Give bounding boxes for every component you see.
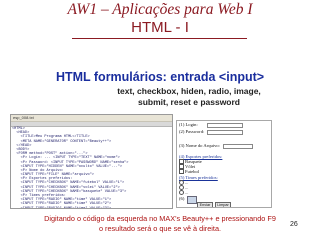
slide-title: AW1 – Aplicações para Web I <box>67 1 253 18</box>
preview-file-input <box>223 144 253 149</box>
slide-subtitle: HTML - I <box>131 19 189 36</box>
browser-preview-screenshot: (1) Login: (2) Password: (3) Nome do Arq… <box>176 120 272 208</box>
preview-file-label: (3) Nome do Arquivo: <box>179 143 220 148</box>
input-types-line-2: submit, reset e password <box>137 97 241 107</box>
caption-line-2: o resultado será o que se vê à direita. <box>98 224 222 233</box>
image-icon <box>187 196 197 204</box>
preview-submit-button: Enviar <box>197 202 213 207</box>
section-heading: HTML formulários: entrada <input> <box>55 70 265 84</box>
code-editor-screenshot: esp_008.txt <HTML> <HEAD> <TITLE>Meu Pro… <box>10 114 173 209</box>
caption-line-1: Digitando o código da esquerda no MAX's … <box>44 214 276 223</box>
radio-icon <box>179 190 184 196</box>
preview-sport-3: Futebol <box>179 169 200 175</box>
preview-password-input <box>207 130 243 135</box>
editor-title-bar: esp_008.txt <box>11 115 172 122</box>
preview-login-label: (1) Login: <box>179 122 198 127</box>
preview-image-label: (6) <box>179 196 185 201</box>
title-divider <box>72 38 247 39</box>
preview-sport-3-label: Futebol <box>185 169 200 174</box>
input-types-line-1: text, checkbox, hiden, radio, image, <box>117 86 261 96</box>
preview-reset-button: Limpar <box>215 202 231 207</box>
preview-team-3-label: ... <box>185 190 189 195</box>
checkbox-icon <box>179 169 184 175</box>
preview-login-input <box>207 123 243 128</box>
page-number: 26 <box>290 221 298 228</box>
code-area: <HTML> <HEAD> <TITLE>Meu Programa HTML</… <box>11 127 172 209</box>
slide-caption: Digitando o código da esquerda no MAX's … <box>0 214 320 234</box>
code-line: <INPUT TYPE="RADIO" NAME="time" VALUE="3… <box>12 206 112 209</box>
input-types-list: text, checkbox, hiden, radio, image, sub… <box>104 86 274 108</box>
preview-password-label: (2) Password: <box>179 129 205 134</box>
preview-team-3: ... <box>179 190 189 196</box>
